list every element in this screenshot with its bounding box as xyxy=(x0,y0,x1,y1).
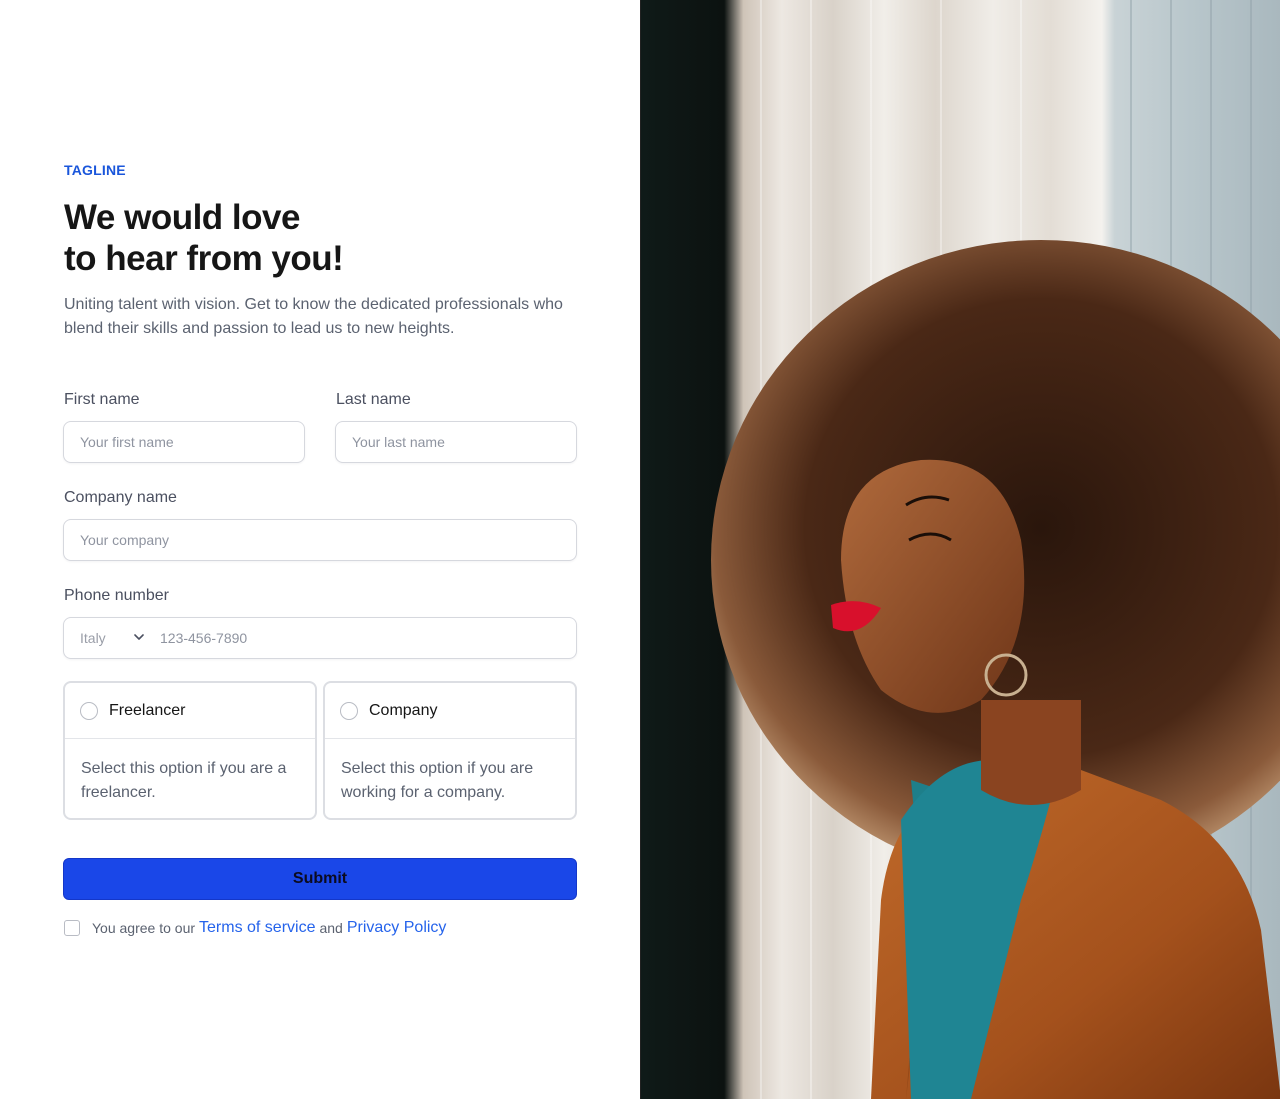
freelancer-option-header[interactable]: Freelancer xyxy=(65,683,315,739)
last-name-label: Last name xyxy=(336,391,411,408)
freelancer-option-label: Freelancer xyxy=(109,702,186,719)
company-radio[interactable] xyxy=(340,702,358,720)
company-name-label: Company name xyxy=(64,489,177,506)
phone-number-field[interactable] xyxy=(160,619,560,657)
freelancer-radio[interactable] xyxy=(80,702,98,720)
phone-number-group: Italy xyxy=(63,617,577,659)
agree-and: and xyxy=(319,920,343,936)
tagline: TAGLINE xyxy=(64,162,126,178)
privacy-policy-link[interactable]: Privacy Policy xyxy=(347,919,447,937)
freelancer-option-description: Select this option if you are a freelanc… xyxy=(81,760,287,801)
terms-agreement: You agree to our Terms of service and Pr… xyxy=(64,917,446,939)
portrait-photo xyxy=(640,0,1280,1099)
company-option-label: Company xyxy=(369,702,438,719)
country-select[interactable]: Italy xyxy=(80,630,106,646)
first-name-field[interactable] xyxy=(63,421,305,463)
first-name-label: First name xyxy=(64,391,140,408)
title-line-2: to hear from you! xyxy=(64,239,344,278)
company-name-field[interactable] xyxy=(63,519,577,561)
page-subtitle: Uniting talent with vision. Get to know … xyxy=(64,296,563,337)
freelancer-option-card[interactable]: Freelancer Select this option if you are… xyxy=(63,681,317,820)
chevron-down-icon[interactable] xyxy=(132,630,146,644)
title-line-1: We would love xyxy=(64,198,300,237)
company-option-header[interactable]: Company xyxy=(325,683,575,739)
agree-checkbox[interactable] xyxy=(64,920,80,936)
company-option-description: Select this option if you are working fo… xyxy=(341,760,534,801)
submit-button[interactable]: Submit xyxy=(63,858,577,900)
contact-form-panel: TAGLINE We would love to hear from you! … xyxy=(0,0,640,1099)
agree-prefix: You agree to our xyxy=(92,920,196,936)
phone-number-label: Phone number xyxy=(64,587,169,604)
last-name-field[interactable] xyxy=(335,421,577,463)
terms-of-service-link[interactable]: Terms of service xyxy=(199,919,315,937)
company-option-card[interactable]: Company Select this option if you are wo… xyxy=(323,681,577,820)
page-title: We would love to hear from you! xyxy=(64,197,584,279)
portrait-image xyxy=(641,0,1280,1099)
